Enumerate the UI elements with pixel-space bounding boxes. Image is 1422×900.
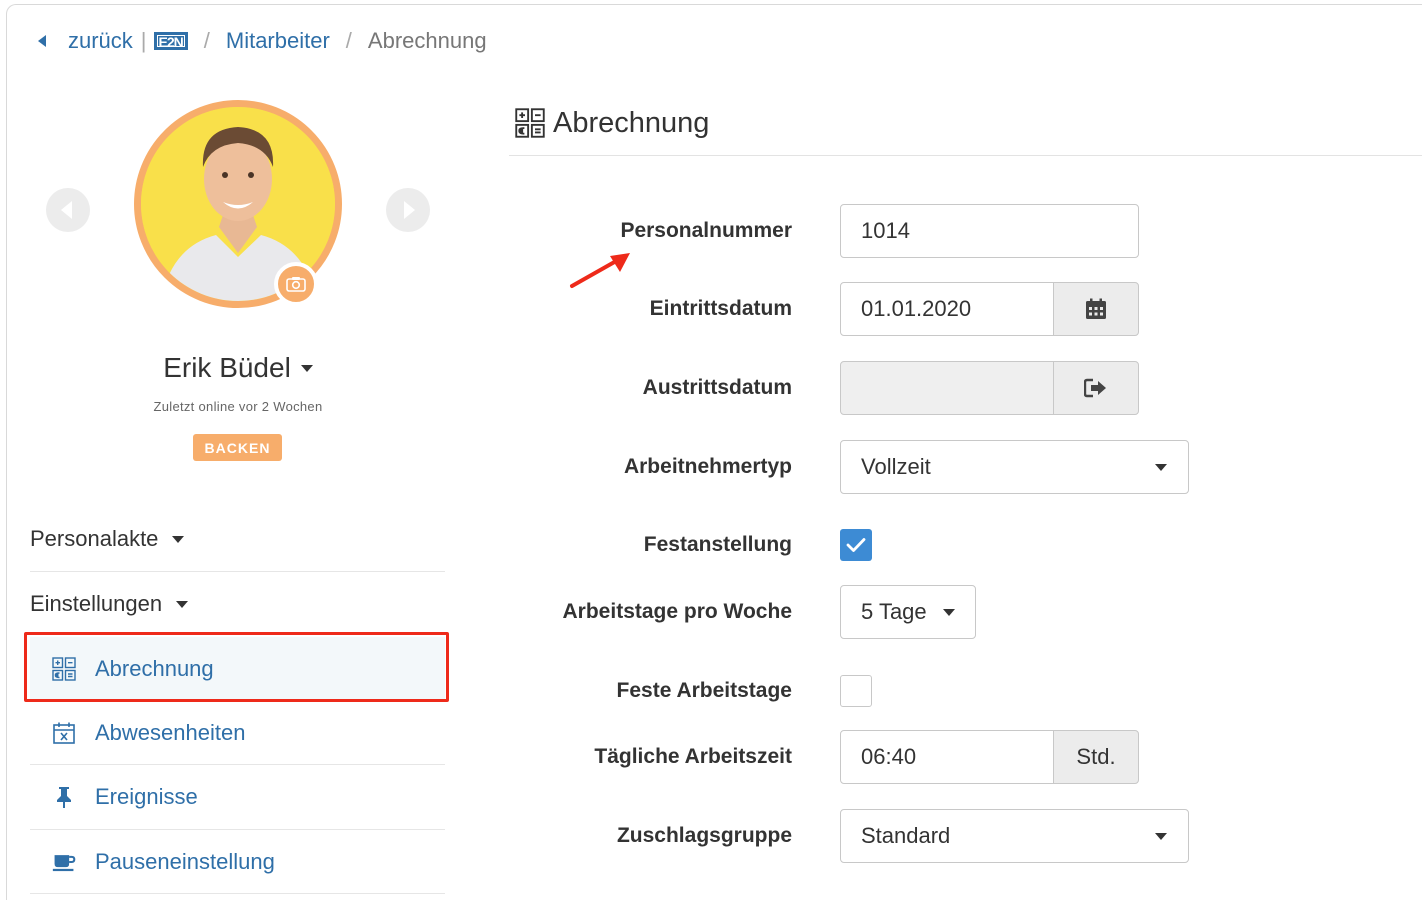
breadcrumb: zurück | E2N / Mitarbeiter / Abrechnung (38, 26, 487, 56)
calendar-icon (1086, 298, 1106, 319)
sign-out-icon (1084, 378, 1106, 398)
caret-down-icon (300, 364, 313, 372)
camera-icon (286, 277, 306, 292)
back-arrow-icon[interactable] (38, 35, 46, 47)
eintrittsdatum-input[interactable]: 01.01.2020 (840, 282, 1054, 336)
caret-down-icon (172, 535, 185, 543)
austrittsdatum-input[interactable] (840, 361, 1054, 415)
checkmark-icon (846, 538, 866, 552)
department-badge: BACKEN (193, 434, 282, 461)
caret-down-icon (176, 600, 189, 608)
date-picker-button[interactable] (1053, 282, 1139, 336)
previous-employee-button[interactable] (46, 188, 90, 232)
chevron-right-icon (404, 201, 415, 219)
sidebar-item-pauseneinstellung[interactable]: Pauseneinstellung (30, 830, 445, 894)
user-name: Erik Büdel (163, 352, 291, 383)
sidebar-item-label: Abwesenheiten (95, 720, 246, 745)
arbeitszeit-input[interactable]: 06:40 (840, 730, 1054, 784)
set-exit-date-button[interactable] (1053, 361, 1139, 415)
menu-section-label: Personalakte (30, 526, 159, 551)
pin-icon (52, 785, 76, 809)
menu-divider (30, 893, 445, 894)
next-employee-button[interactable] (386, 188, 430, 232)
page-title: Abrechnung (515, 103, 709, 143)
label-eintrittsdatum: Eintrittsdatum (649, 297, 792, 320)
highlight-frame (24, 632, 449, 702)
sidebar-item-abwesenheiten[interactable]: Abwesenheiten (30, 701, 445, 765)
page-title-text: Abrechnung (553, 106, 710, 139)
title-divider (509, 155, 1422, 156)
menu-section-einstellungen[interactable]: Einstellungen (30, 572, 445, 636)
back-link[interactable]: zurück (68, 28, 133, 54)
label-austrittsdatum: Austrittsdatum (642, 376, 792, 399)
breadcrumb-mitarbeiter[interactable]: Mitarbeiter (226, 28, 330, 54)
label-festanstellung: Festanstellung (643, 533, 792, 556)
breadcrumb-separator: / (203, 28, 210, 53)
user-name-dropdown[interactable]: Erik Büdel (0, 352, 476, 384)
sidebar-item-label: Ereignisse (95, 784, 198, 809)
annotation-arrow-icon (570, 253, 630, 288)
breadcrumb-pipe: | (140, 28, 147, 53)
personalnummer-input[interactable]: 1014 (840, 204, 1139, 258)
caret-down-icon (943, 609, 955, 616)
label-personalnummer: Personalnummer (620, 219, 792, 242)
caret-down-icon (1155, 833, 1167, 840)
sidebar-item-ereignisse[interactable]: Ereignisse (30, 765, 445, 829)
arbeitstage-select[interactable]: 5 Tage (840, 585, 976, 639)
festanstellung-checkbox[interactable] (840, 529, 872, 561)
e2n-logo[interactable]: E2N (153, 32, 188, 50)
menu-section-personalakte[interactable]: Personalakte (30, 507, 445, 571)
chevron-left-icon (61, 201, 72, 219)
label-arbeitnehmertyp: Arbeitnehmertyp (623, 455, 792, 478)
calendar-x-icon (52, 721, 76, 745)
arbeitszeit-unit: Std. (1053, 730, 1139, 784)
sidebar-item-label: Pauseneinstellung (95, 849, 275, 874)
billing-icon (515, 108, 545, 138)
menu-section-label: Einstellungen (30, 591, 163, 616)
label-arbeitszeit: Tägliche Arbeitszeit (594, 745, 792, 768)
label-zuschlagsgruppe: Zuschlagsgruppe (616, 824, 792, 847)
breadcrumb-separator: / (345, 28, 352, 53)
arbeitnehmertyp-select[interactable]: Vollzeit (840, 440, 1189, 494)
label-arbeitstage: Arbeitstage pro Woche (562, 600, 792, 623)
breadcrumb-current: Abrechnung (367, 28, 487, 53)
coffee-cup-icon (52, 850, 76, 874)
change-photo-button[interactable] (274, 262, 318, 306)
caret-down-icon (1155, 464, 1167, 471)
zuschlagsgruppe-select[interactable]: Standard (840, 809, 1189, 863)
feste-arbeitstage-checkbox[interactable] (840, 675, 872, 707)
label-feste-arbeitstage: Feste Arbeitstage (616, 679, 792, 702)
last-online-status: Zuletzt online vor 2 Wochen (153, 399, 323, 414)
